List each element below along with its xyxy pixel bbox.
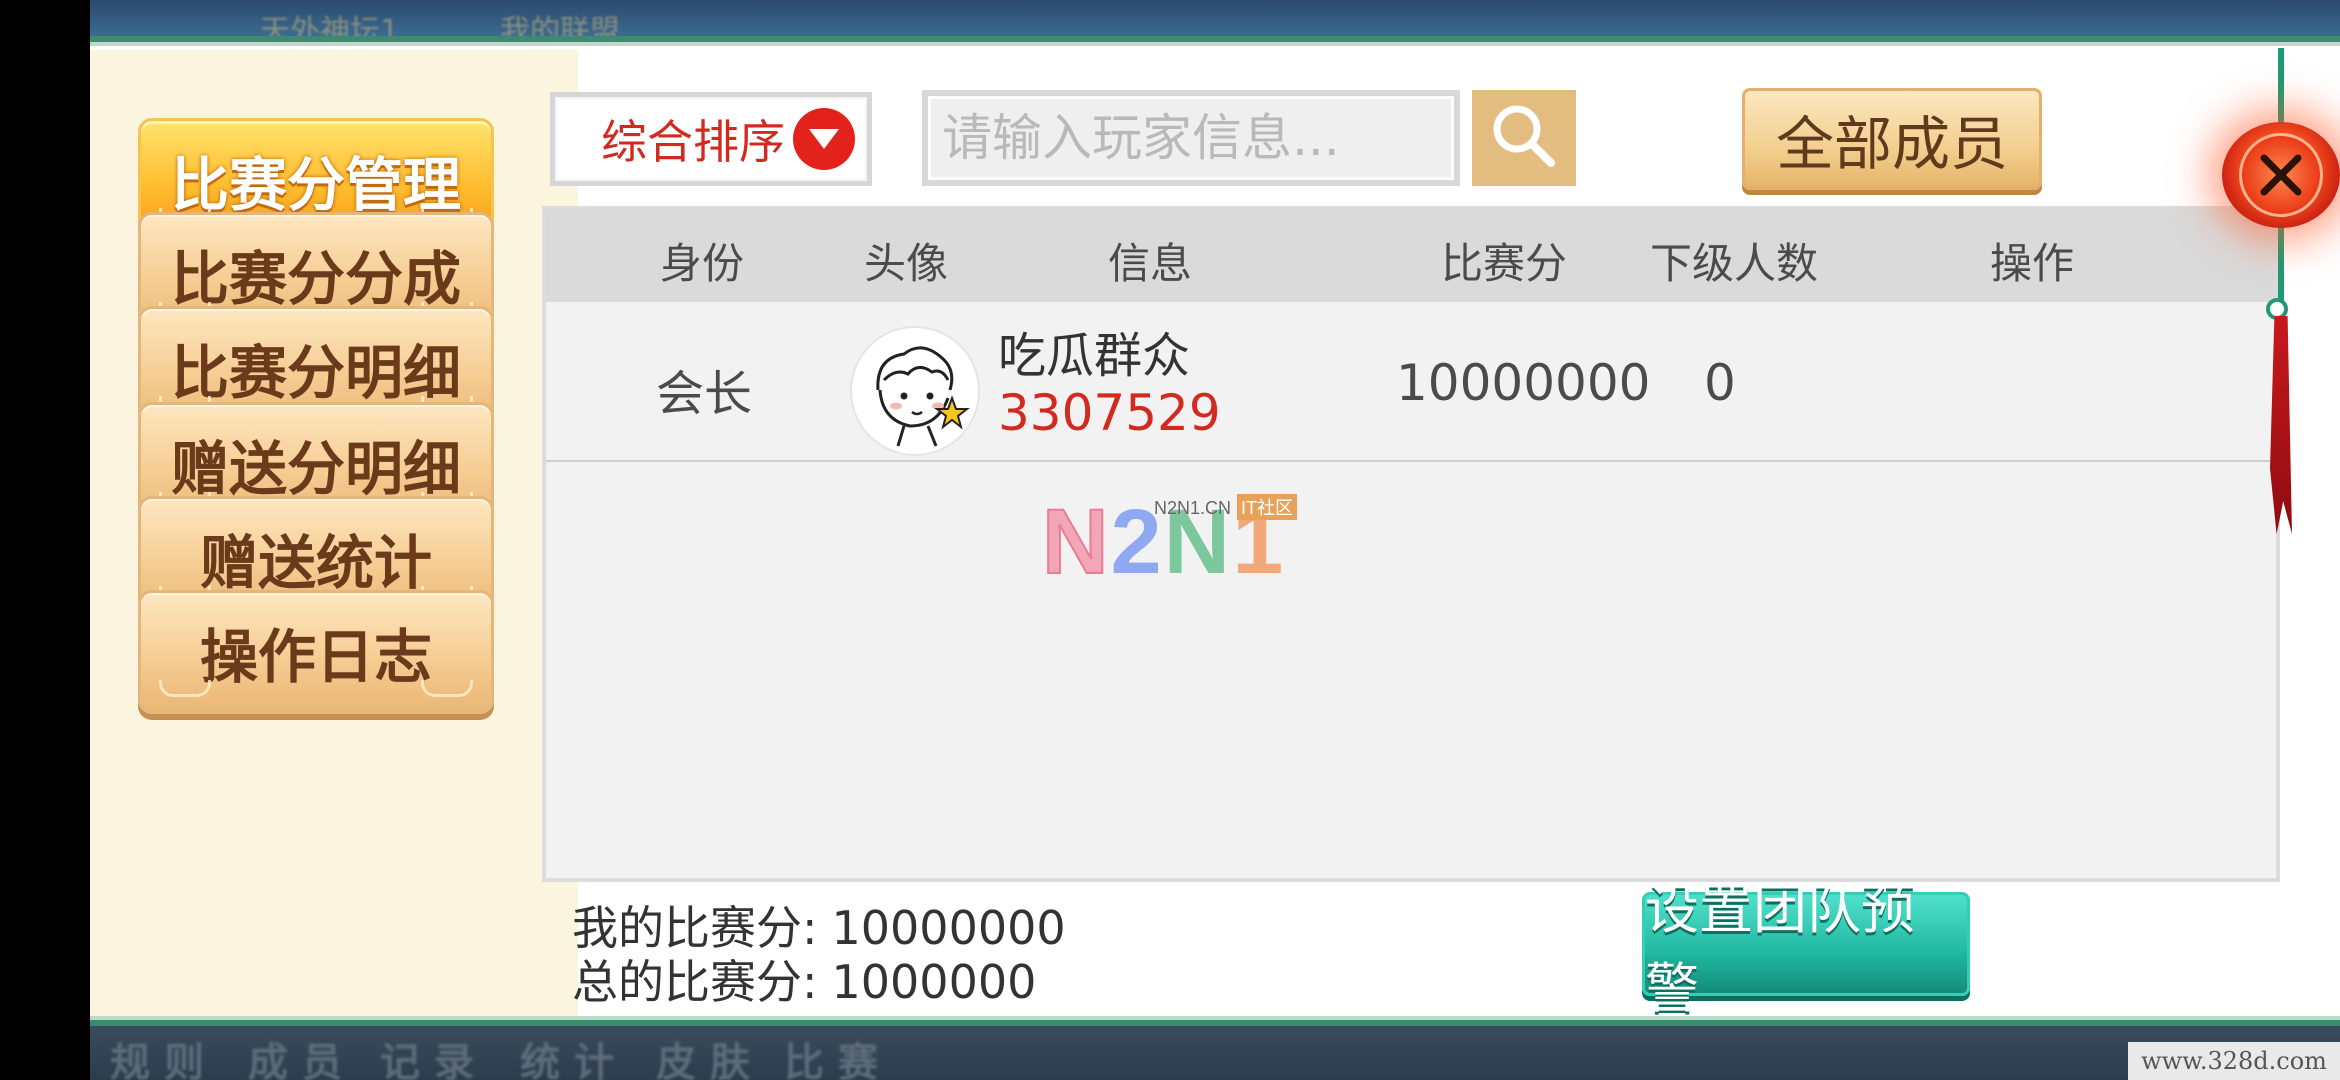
bg-tab: 统计 — [520, 1040, 628, 1080]
close-icon — [2239, 133, 2323, 217]
search-input[interactable] — [922, 90, 1460, 186]
sidebar-item-label: 比赛分分成 — [170, 245, 461, 313]
column-header-subordinates: 下级人数 — [1649, 239, 1819, 288]
watermark-url: www.328d.com — [2128, 1042, 2340, 1080]
all-members-label: 全部成员 — [1775, 110, 2008, 178]
member-name: 吃瓜群众 — [998, 328, 1191, 384]
total-score-line: 总的比赛分: 1000000 — [572, 946, 1036, 1012]
column-header-role: 身份 — [659, 239, 745, 288]
sidebar-item-label: 赠送分明细 — [170, 435, 461, 503]
member-subordinate-count: 0 — [1704, 354, 1736, 412]
table-header: 身份 头像 信息 比赛分 下级人数 操作 — [546, 210, 2276, 302]
sort-dropdown[interactable]: 综合排序 — [550, 92, 872, 186]
avatar-cartoon-icon — [876, 346, 970, 447]
set-team-warning-label: 设置团队预警 — [1645, 878, 1915, 1020]
sidebar-item-label: 比赛分明细 — [170, 339, 461, 407]
sidebar-item-label: 比赛分管理 — [170, 151, 461, 219]
background-bottom-tabs: 规则 成员 记录 统计 皮肤 比赛 — [90, 1022, 2340, 1080]
column-header-score: 比赛分 — [1440, 239, 1568, 288]
bg-tab: 规则 — [110, 1040, 218, 1080]
total-score-value: 1000000 — [831, 955, 1037, 1009]
sidebar: 比赛分管理 比赛分分成 比赛分明细 赠送分明细 赠送统计 操作日志 — [90, 50, 578, 1018]
total-score-label: 总的比赛分: — [572, 955, 818, 1009]
search-button[interactable] — [1472, 90, 1576, 186]
close-button[interactable] — [2222, 122, 2340, 228]
table-row[interactable]: 会长 吃瓜群众 3307529 10000000 0 — [546, 302, 2276, 462]
sidebar-item-label: 操作日志 — [199, 623, 432, 691]
bg-tab: 记录 — [380, 1040, 488, 1080]
bg-tab: 成员 — [248, 1040, 356, 1080]
watermark-logo: N2N1 N2N1.CN IT社区 — [1041, 490, 1322, 600]
sidebar-item-label: 赠送统计 — [199, 529, 432, 597]
set-team-warning-button[interactable]: 设置团队预警 — [1642, 878, 1970, 1020]
member-score: 10000000 — [1396, 354, 1651, 412]
avatar[interactable] — [850, 326, 980, 456]
member-table: 身份 头像 信息 比赛分 下级人数 操作 会长 吃瓜群众 3307529 100… — [542, 206, 2280, 882]
sidebar-item-operation-log[interactable]: 操作日志 — [138, 590, 494, 714]
column-header-info: 信息 — [1107, 239, 1193, 288]
member-id: 3307529 — [998, 384, 1221, 442]
all-members-button[interactable]: 全部成员 — [1742, 88, 2042, 190]
bg-tab: 比赛 — [784, 1040, 892, 1080]
column-header-avatar: 头像 — [863, 239, 949, 288]
column-header-actions: 操作 — [1989, 239, 2075, 288]
search-icon — [1489, 101, 1559, 175]
watermark-site: N2N1.CN IT社区 — [1154, 494, 1298, 520]
member-role: 会长 — [656, 366, 753, 422]
sort-label: 综合排序 — [601, 115, 785, 169]
bg-tab: 皮肤 — [656, 1040, 764, 1080]
dropdown-arrow-icon — [793, 108, 855, 170]
